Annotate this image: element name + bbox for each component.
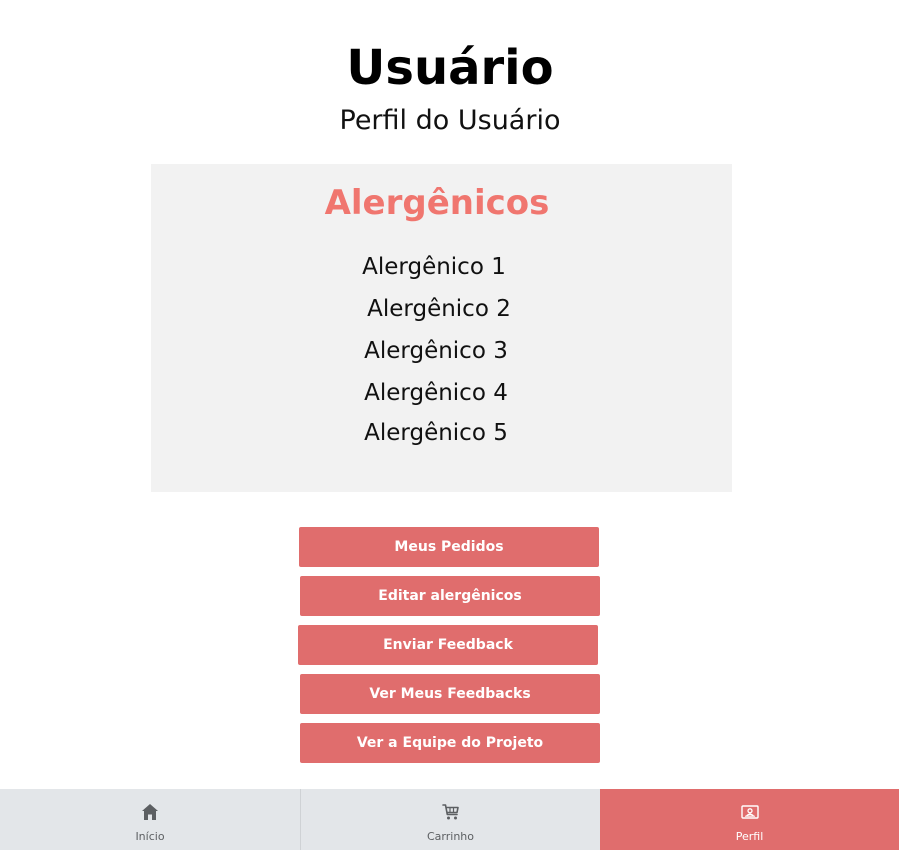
- page-subtitle: Perfil do Usuário: [339, 105, 561, 136]
- my-orders-button[interactable]: Meus Pedidos: [299, 527, 599, 567]
- edit-allergens-button[interactable]: Editar alergênicos: [300, 576, 600, 616]
- cart-icon: [441, 804, 459, 820]
- app-root: Usuário Perfil do Usuário Alergênicos Al…: [0, 0, 900, 850]
- send-feedback-button[interactable]: Enviar Feedback: [298, 625, 598, 665]
- nav-label: Perfil: [735, 830, 764, 843]
- allergen-item: Alergênico 2: [367, 296, 511, 322]
- allergen-item: Alergênico 1: [362, 254, 506, 280]
- allergen-item: Alergênico 5: [364, 420, 508, 446]
- nav-item-inicio[interactable]: Início: [0, 789, 300, 850]
- nav-label: Início: [135, 830, 165, 843]
- bottom-nav: Início Carrinho Perfil: [0, 789, 899, 850]
- my-feedbacks-button[interactable]: Ver Meus Feedbacks: [300, 674, 600, 714]
- home-icon: [142, 804, 158, 820]
- project-team-button[interactable]: Ver a Equipe do Projeto: [300, 723, 600, 763]
- profile-icon: [740, 805, 759, 819]
- allergen-item: Alergênico 3: [364, 338, 508, 364]
- allergen-title: Alergênicos: [324, 183, 550, 223]
- page-title: Usuário: [346, 40, 554, 96]
- nav-label: Carrinho: [426, 830, 474, 843]
- allergen-item: Alergênico 4: [364, 380, 508, 406]
- nav-item-carrinho[interactable]: Carrinho: [300, 789, 600, 850]
- nav-item-perfil[interactable]: Perfil: [600, 789, 899, 850]
